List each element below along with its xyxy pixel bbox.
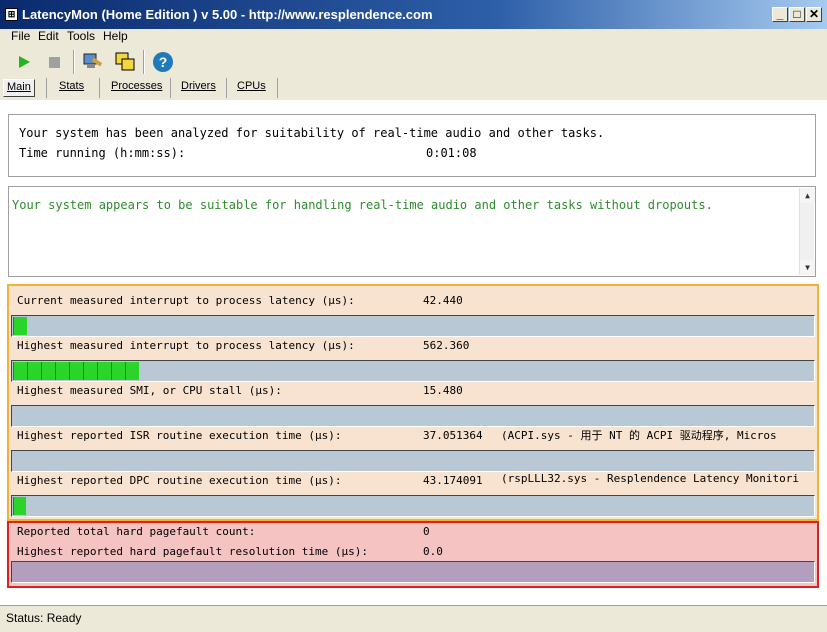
- latency-label: Highest reported ISR routine execution t…: [17, 429, 342, 442]
- maximize-button[interactable]: □: [789, 7, 805, 22]
- latency-detail: (rspLLL32.sys - Resplendence Latency Mon…: [501, 472, 800, 485]
- latency-label: Highest measured interrupt to process la…: [17, 339, 355, 352]
- latency-value: 15.480: [423, 384, 463, 397]
- svg-text:?: ?: [159, 54, 168, 70]
- menu-help[interactable]: Help: [103, 29, 128, 43]
- verdict-scrollbar[interactable]: ▲ ▼: [799, 188, 815, 275]
- status-text: Status: Ready: [6, 611, 82, 625]
- scroll-down-icon[interactable]: ▼: [800, 260, 815, 275]
- stop-button[interactable]: [43, 50, 67, 74]
- window-title: LatencyMon (Home Edition ) v 5.00 - http…: [22, 7, 433, 22]
- status-bar: Status: Ready: [0, 605, 827, 632]
- tab-stats[interactable]: Stats: [59, 80, 84, 98]
- latency-bar-fill: [13, 497, 26, 515]
- latency-value: 43.174091: [423, 474, 483, 487]
- menu-bar: File Edit Tools Help: [0, 29, 827, 46]
- main-panel: Your system has been analyzed for suitab…: [0, 100, 827, 605]
- latency-value: 42.440: [423, 294, 463, 307]
- pagefault-time-value: 0.0: [423, 545, 443, 558]
- help-icon: ?: [153, 52, 173, 72]
- scroll-up-icon[interactable]: ▲: [800, 188, 815, 203]
- pagefault-count-value: 0: [423, 525, 430, 538]
- tab-separator: [277, 78, 278, 98]
- tab-bar: Main Stats Processes Drivers CPUs: [0, 76, 827, 100]
- tab-separator: [99, 78, 100, 98]
- latency-bar: [11, 495, 815, 517]
- latency-value: 37.051364: [423, 429, 483, 442]
- latency-row-dpc: Highest reported DPC routine execution t…: [9, 466, 817, 517]
- computer-wrench-icon: [83, 53, 103, 68]
- tab-separator: [46, 78, 47, 98]
- help-button[interactable]: ?: [151, 50, 175, 74]
- time-running-value: 0:01:08: [426, 146, 477, 160]
- toolbar: ?: [0, 46, 827, 76]
- summary-panel: Your system has been analyzed for suitab…: [8, 114, 816, 177]
- tab-processes[interactable]: Processes: [111, 80, 162, 98]
- time-running-label: Time running (h:mm:ss):: [19, 146, 186, 160]
- windows-icon: [115, 52, 135, 71]
- latency-value: 562.360: [423, 339, 470, 352]
- tab-main[interactable]: Main: [3, 79, 35, 97]
- pagefault-panel: Reported total hard pagefault count: 0 H…: [7, 521, 819, 588]
- toolbar-separator: [143, 50, 145, 74]
- verdict-text: Your system appears to be suitable for h…: [12, 198, 713, 212]
- latency-row-smi: Highest measured SMI, or CPU stall (µs):…: [9, 376, 817, 427]
- pagefault-count-label: Reported total hard pagefault count:: [17, 525, 256, 538]
- play-icon: [19, 56, 30, 68]
- latency-panel: Current measured interrupt to process la…: [7, 284, 819, 521]
- stop-icon: [49, 57, 60, 68]
- latency-row-highest: Highest measured interrupt to process la…: [9, 331, 817, 382]
- latency-label: Highest reported DPC routine execution t…: [17, 474, 342, 487]
- tab-separator: [170, 78, 171, 98]
- latency-row-current: Current measured interrupt to process la…: [9, 286, 817, 337]
- latency-detail: (ACPI.sys - 用于 NT 的 ACPI 驱动程序, Micros: [501, 429, 777, 442]
- tab-cpus[interactable]: CPUs: [237, 80, 266, 98]
- analyze-button[interactable]: [81, 50, 105, 74]
- summary-text: Your system has been analyzed for suitab…: [19, 126, 605, 140]
- menu-file[interactable]: File: [11, 29, 30, 43]
- latency-label: Highest measured SMI, or CPU stall (µs):: [17, 384, 282, 397]
- tab-drivers[interactable]: Drivers: [181, 80, 216, 98]
- pagefault-time-label: Highest reported hard pagefault resoluti…: [17, 545, 368, 558]
- title-bar[interactable]: ⊞ LatencyMon (Home Edition ) v 5.00 - ht…: [0, 0, 827, 29]
- pagefault-bar: [11, 561, 815, 583]
- verdict-panel[interactable]: Your system appears to be suitable for h…: [8, 186, 816, 277]
- tab-separator: [226, 78, 227, 98]
- menu-edit[interactable]: Edit: [38, 29, 59, 43]
- window-button[interactable]: [113, 50, 137, 74]
- minimize-button[interactable]: _: [772, 7, 788, 22]
- menu-tools[interactable]: Tools: [67, 29, 95, 43]
- toolbar-separator: [73, 50, 75, 74]
- app-icon[interactable]: ⊞: [5, 8, 18, 21]
- close-button[interactable]: ✕: [806, 7, 822, 22]
- latency-row-isr: Highest reported ISR routine execution t…: [9, 421, 817, 472]
- start-button[interactable]: [12, 50, 36, 74]
- latency-label: Current measured interrupt to process la…: [17, 294, 355, 307]
